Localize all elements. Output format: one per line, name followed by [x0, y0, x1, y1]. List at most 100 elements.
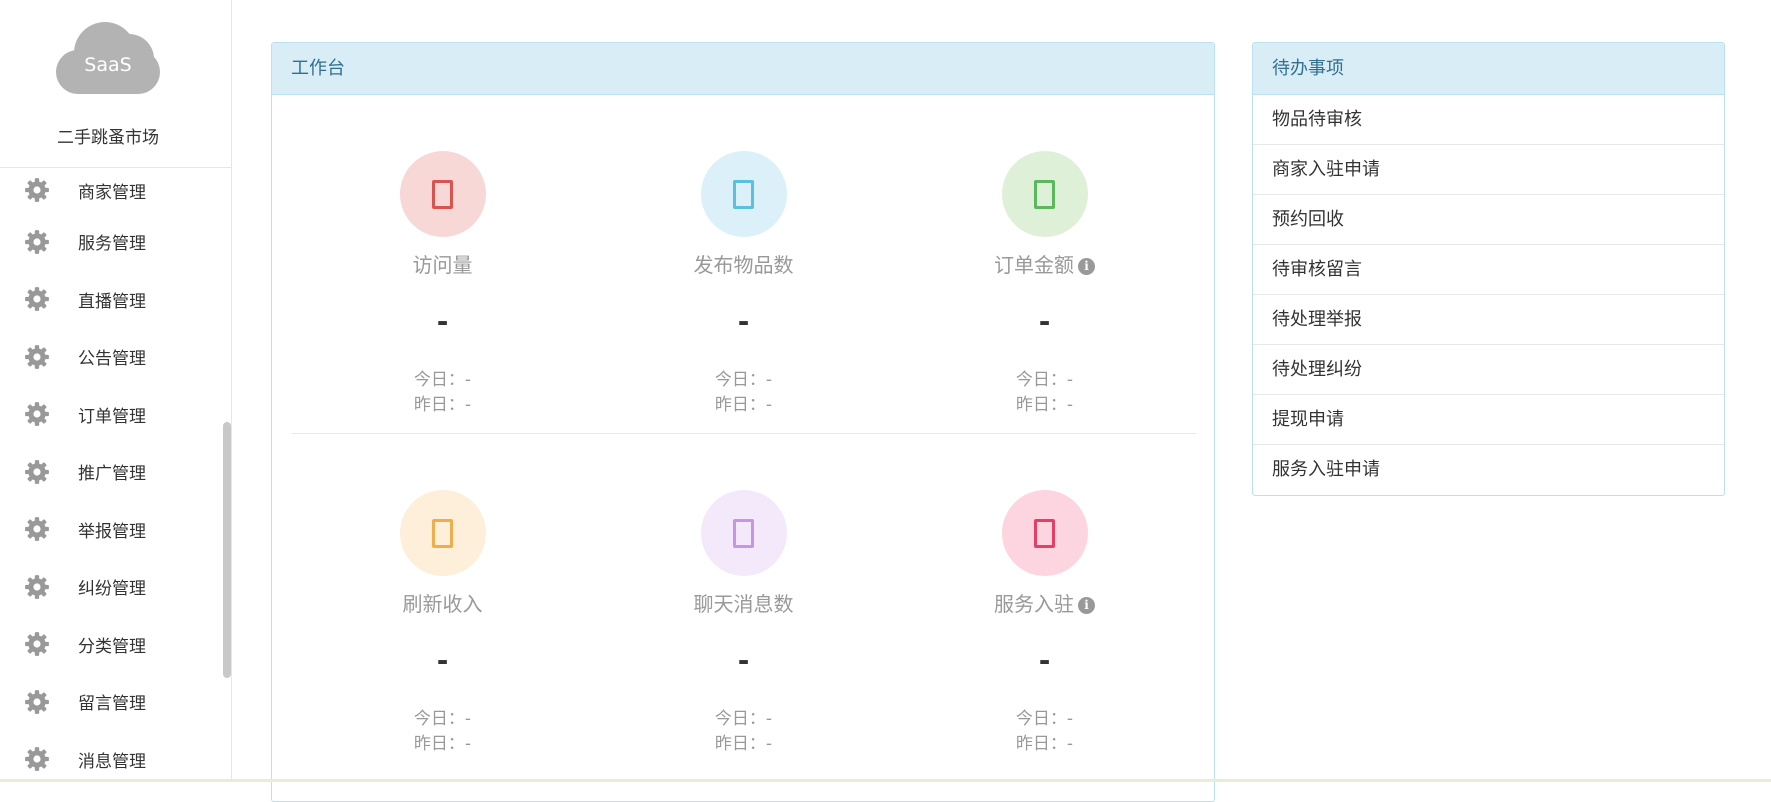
stat-label: 刷新收入: [402, 592, 483, 616]
sidebar-item-label: 公告管理: [78, 349, 146, 370]
stat-grid: 访问量 - 今日：- 昨日：- 发布物品数 - 今日：- 昨日：- 订单金额 i …: [292, 95, 1196, 771]
stat-today: 今日：-: [714, 709, 773, 729]
site-name: 二手跳蚤市场: [57, 128, 159, 148]
todo-item[interactable]: 预约回收: [1253, 195, 1724, 245]
sidebar-item[interactable]: 服务管理: [0, 213, 216, 271]
stat-label: 服务入驻: [994, 592, 1074, 616]
stat-icon-circle: [1002, 151, 1088, 237]
stat-name: 聊天消息数: [593, 588, 894, 617]
stat-today: 今日：-: [413, 709, 472, 729]
info-icon[interactable]: i: [1078, 597, 1095, 614]
stat-name: 订单金额 i: [894, 249, 1195, 278]
stat-value: -: [436, 644, 449, 677]
stat-today: 今日：-: [714, 370, 773, 390]
saas-logo[interactable]: SaaS: [56, 18, 160, 94]
gear-icon: [25, 287, 49, 312]
stat-card: 聊天消息数 - 今日：- 昨日：-: [593, 434, 894, 772]
sidebar-item-label: 消息管理: [78, 751, 146, 772]
todo-item[interactable]: 服务入驻申请: [1253, 445, 1724, 495]
todo-list: 物品待审核 商家入驻申请 预约回收 待审核留言 待处理举报 待处理纠纷 提现申请 服务入驻申请: [1253, 95, 1724, 495]
stat-name: 服务入驻 i: [894, 588, 1195, 617]
sidebar-item-label: 订单管理: [78, 406, 146, 427]
todo-panel: 待办事项 物品待审核 商家入驻申请 预约回收 待审核留言 待处理举报 待处理纠纷 提现申请服…: [1252, 42, 1725, 496]
gear-icon: [25, 178, 49, 202]
gear-icon: [25, 517, 49, 542]
stat-yesterday: 昨日：-: [413, 734, 472, 754]
stat-icon: [432, 519, 453, 548]
info-icon[interactable]: i: [1078, 258, 1095, 275]
todo-item[interactable]: 待处理纠纷: [1253, 345, 1724, 395]
stat-card: 订单金额 i - 今日：- 昨日：-: [894, 95, 1195, 433]
todo-item[interactable]: 待审核留言: [1253, 245, 1724, 295]
stat-yesterday: 昨日：-: [413, 395, 472, 415]
gear-icon: [25, 632, 49, 657]
sidebar-item-label: 分类管理: [78, 636, 146, 657]
sidebar-item-label: 举报管理: [78, 521, 146, 542]
stat-icon: [432, 180, 453, 209]
stat-card: 发布物品数 - 今日：- 昨日：-: [593, 95, 894, 433]
stat-value: -: [1038, 644, 1051, 677]
stat-today: 今日：-: [1015, 709, 1074, 729]
stat-icon: [733, 180, 754, 209]
sidebar-item-label: 推广管理: [78, 464, 146, 485]
sidebar-item[interactable]: 纠纷管理: [0, 558, 216, 616]
sidebar-item-label: 商家管理: [78, 182, 146, 203]
stat-name: 发布物品数: [593, 249, 894, 278]
stat-yesterday: 昨日：-: [714, 734, 773, 754]
sidebar-item[interactable]: 消息管理: [0, 731, 216, 783]
stat-yesterday: 昨日：-: [714, 395, 773, 415]
gear-icon: [25, 229, 49, 254]
todo-item[interactable]: 待处理举报: [1253, 295, 1724, 345]
logo-text: SaaS: [84, 54, 132, 76]
sidebar-item[interactable]: 商家管理: [0, 167, 216, 213]
sidebar-item-label: 直播管理: [78, 291, 146, 312]
sidebar-item-label: 纠纷管理: [78, 579, 146, 600]
stat-row: 刷新收入 - 今日：- 昨日：- 聊天消息数 - 今日：- 昨日：- 服务入驻 i…: [292, 433, 1196, 771]
todo-title: 待办事项: [1253, 43, 1724, 95]
todo-item[interactable]: 商家入驻申请: [1253, 145, 1724, 195]
stat-name: 刷新收入: [292, 588, 593, 617]
stat-icon: [1034, 180, 1055, 209]
stat-icon-circle: [400, 490, 486, 576]
sidebar-item[interactable]: 举报管理: [0, 501, 216, 559]
gear-icon: [25, 689, 49, 714]
gear-icon: [25, 747, 49, 772]
sidebar-item[interactable]: 直播管理: [0, 271, 216, 329]
stat-label: 聊天消息数: [693, 592, 794, 616]
sidebar-menu: 商家管理服务管理直播管理公告管理订单管理推广管理举报管理纠纷管理分类管理留言管理…: [0, 167, 216, 782]
sidebar-item[interactable]: 公告管理: [0, 328, 216, 386]
stat-label: 订单金额: [994, 253, 1074, 277]
stat-label: 访问量: [412, 253, 473, 277]
stat-icon: [733, 519, 754, 548]
stat-card: 服务入驻 i - 今日：- 昨日：-: [894, 434, 1195, 772]
sidebar: SaaS 二手跳蚤市场 商家管理服务管理直播管理公告管理订单管理推广管理举报管理…: [0, 0, 232, 782]
gear-icon: [25, 574, 49, 599]
todo-item[interactable]: 物品待审核: [1253, 95, 1724, 145]
stat-card: 访问量 - 今日：- 昨日：-: [292, 95, 593, 433]
stat-yesterday: 昨日：-: [1015, 395, 1074, 415]
stat-card: 刷新收入 - 今日：- 昨日：-: [292, 434, 593, 772]
stat-label: 发布物品数: [693, 253, 794, 277]
stat-name: 访问量: [292, 249, 593, 278]
stat-icon-circle: [701, 151, 787, 237]
sidebar-scrollbar[interactable]: [223, 422, 231, 678]
workbench-title: 工作台: [272, 43, 1214, 95]
sidebar-item[interactable]: 推广管理: [0, 443, 216, 501]
stat-row: 访问量 - 今日：- 昨日：- 发布物品数 - 今日：- 昨日：- 订单金额 i …: [292, 95, 1196, 433]
stat-icon-circle: [1002, 490, 1088, 576]
stat-yesterday: 昨日：-: [1015, 734, 1074, 754]
stat-value: -: [436, 305, 449, 338]
stat-icon-circle: [701, 490, 787, 576]
stat-value: -: [737, 305, 750, 338]
stat-today: 今日：-: [1015, 370, 1074, 390]
stat-icon-circle: [400, 151, 486, 237]
stat-icon: [1034, 519, 1055, 548]
sidebar-item-label: 服务管理: [78, 234, 146, 255]
gear-icon: [25, 459, 49, 484]
sidebar-item[interactable]: 订单管理: [0, 386, 216, 444]
gear-icon: [25, 402, 49, 427]
sidebar-item[interactable]: 分类管理: [0, 616, 216, 674]
sidebar-item[interactable]: 留言管理: [0, 673, 216, 731]
stat-today: 今日：-: [413, 370, 472, 390]
todo-item[interactable]: 提现申请: [1253, 395, 1724, 445]
